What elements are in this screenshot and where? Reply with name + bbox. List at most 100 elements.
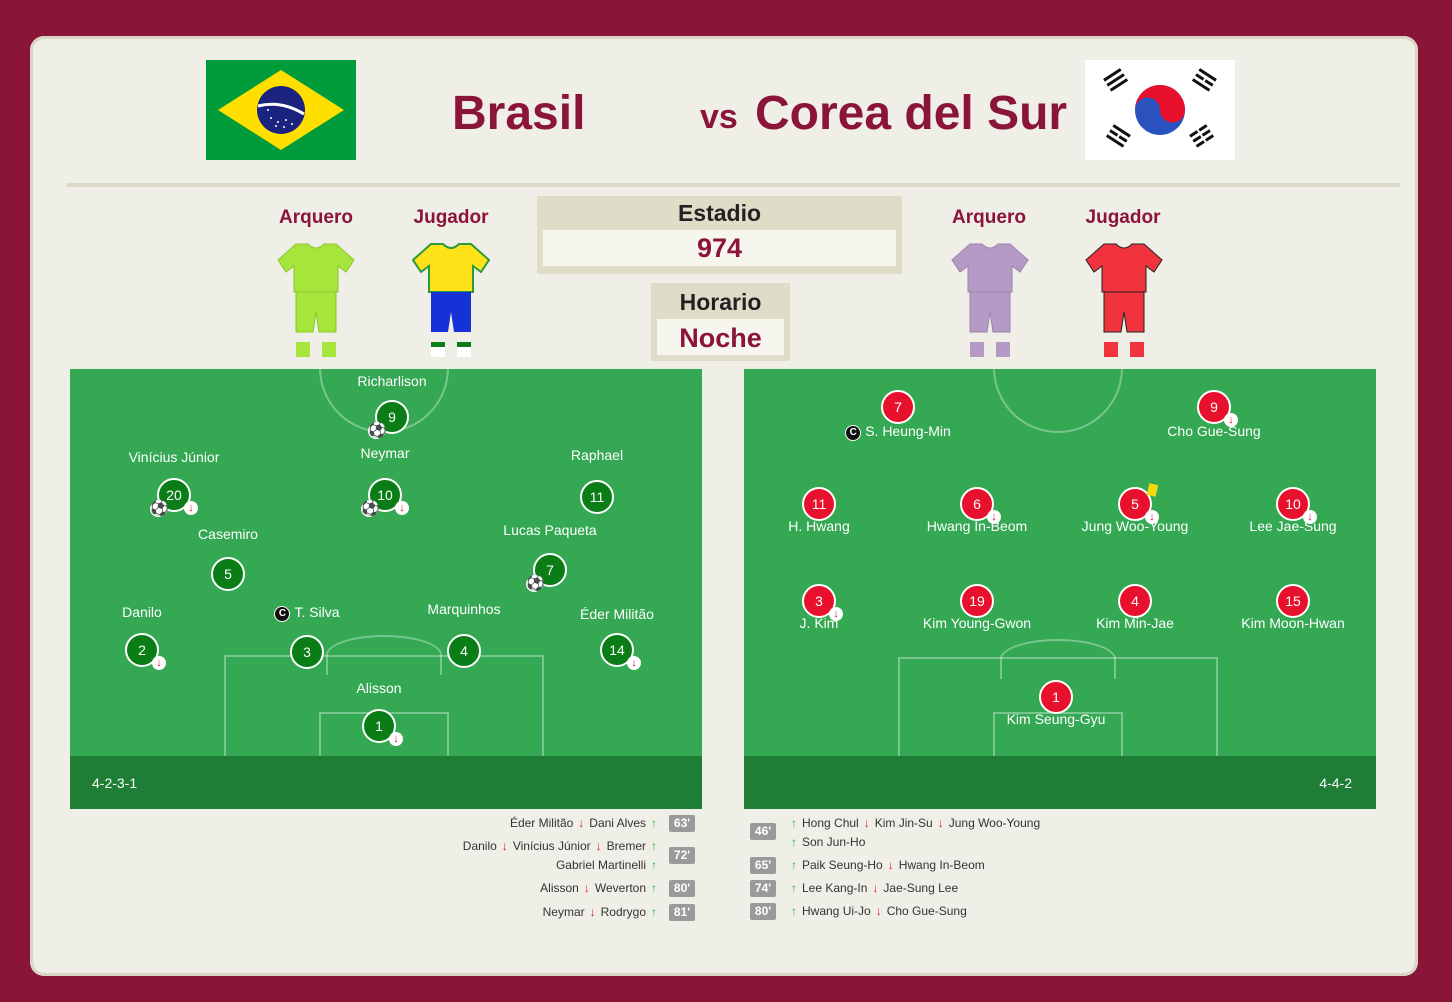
stadium-box: Estadio 974 xyxy=(537,196,902,274)
sub-in-player: Weverton xyxy=(594,881,646,895)
substitution-row: ↑ Son Jun-Ho xyxy=(786,835,865,849)
time-label: Horario xyxy=(679,289,762,315)
away-team-name: Corea del Sur xyxy=(755,87,1068,140)
time-box: Horario Noche xyxy=(651,283,790,361)
player-number: 11 xyxy=(580,480,614,514)
player-name-text: Marquinhos xyxy=(427,601,501,617)
yellow-card-icon xyxy=(1146,483,1159,497)
player-name-text: Richarlison xyxy=(357,373,427,389)
away-player-kit-icon xyxy=(1084,240,1164,365)
player-number: 3 xyxy=(290,635,324,669)
brazil-flag xyxy=(206,60,356,160)
stadium-label: Estadio xyxy=(677,200,762,226)
sub-out-icon: ↓ xyxy=(1145,510,1159,524)
substitution-row: Danilo ↓ Vinícius Júnior ↓ Bremer ↑ xyxy=(463,839,662,853)
sub-out-player: Cho Gue-Sung xyxy=(886,904,967,918)
player-name-text: Hwang In-Beom xyxy=(926,518,1028,534)
away-formation: 4-4-2 xyxy=(1319,775,1352,791)
player-name-text: Raphael xyxy=(570,447,624,463)
sub-in-player: Hwang Ui-Jo xyxy=(802,904,871,918)
player-name-text: S. Heung-Min xyxy=(865,423,951,439)
home-team-name: Brasil xyxy=(452,87,586,140)
substitution-row: Neymar ↓ Rodrygo ↑ xyxy=(543,905,662,919)
player-name: C S. Heung-Min xyxy=(798,423,998,441)
player-name: Richarlison xyxy=(292,373,492,389)
minute-badge: 46' xyxy=(750,823,776,840)
player-name-text: Alisson xyxy=(356,680,402,696)
arrow-up-icon: ↑ xyxy=(791,881,797,895)
time-value: Noche xyxy=(657,319,784,355)
sub-out-player: Hwang In-Beom xyxy=(898,858,985,872)
goal-ball-icon: ⚽ xyxy=(526,575,545,592)
away-gk-label: Arquero xyxy=(952,207,1026,228)
home-player-label: Jugador xyxy=(413,207,489,228)
player-name-text: Danilo xyxy=(122,604,162,620)
away-gk-kit-icon xyxy=(950,240,1030,365)
goal-ball-icon: ⚽ xyxy=(150,500,169,517)
player-number: 7 xyxy=(881,390,915,424)
home-formation: 4-2-3-1 xyxy=(92,775,138,791)
arrow-up-icon: ↑ xyxy=(791,816,797,830)
penalty-arc xyxy=(1000,639,1116,679)
arrow-up-icon: ↑ xyxy=(791,858,797,872)
substitution-row: Éder Militão ↓ Dani Alves ↑ xyxy=(510,816,662,830)
goal-ball-icon: ⚽ xyxy=(361,500,380,517)
substitution-row: ↑ Lee Kang-In ↓ Jae-Sung Lee xyxy=(786,881,958,895)
substitution-row: ↑ Hwang Ui-Jo ↓ Cho Gue-Sung xyxy=(786,904,967,918)
sub-out-icon: ↓ xyxy=(184,501,198,515)
player-name: Alisson xyxy=(279,680,479,696)
player-name: Kim Seung-Gyu xyxy=(956,711,1156,727)
minute-badge: 65' xyxy=(750,857,776,874)
sub-in-player: Lee Kang-In xyxy=(802,881,868,895)
player-number: 4 xyxy=(1118,584,1152,618)
sub-out-player: Jung Woo-Young xyxy=(948,816,1041,830)
arrow-down-icon: ↓ xyxy=(937,816,944,830)
goal-ball-icon: ⚽ xyxy=(368,422,387,439)
sub-out-icon: ↓ xyxy=(829,607,843,621)
player-number: 4 xyxy=(447,634,481,668)
formation-band xyxy=(70,756,702,809)
sub-in-player: Rodrygo xyxy=(600,905,646,919)
center-circle xyxy=(993,369,1123,433)
sub-out-player: Kim Jin-Su xyxy=(874,816,933,830)
sub-out-player: Alisson xyxy=(540,881,579,895)
home-player-kit-icon xyxy=(411,240,491,365)
arrow-down-icon: ↓ xyxy=(863,816,870,830)
player-number: 15 xyxy=(1276,584,1310,618)
sub-out-player: Neymar xyxy=(542,905,585,919)
away-player-label: Jugador xyxy=(1085,207,1161,228)
captain-icon: C xyxy=(274,606,291,622)
player-name: Neymar xyxy=(285,445,485,461)
minute-badge: 74' xyxy=(750,880,776,897)
player-name-text: H. Hwang xyxy=(788,518,850,534)
player-name: Raphael xyxy=(497,447,697,463)
arrow-down-icon: ↓ xyxy=(595,839,602,853)
sub-in-player: Gabriel Martinelli xyxy=(555,858,646,872)
arrow-down-icon: ↓ xyxy=(583,881,590,895)
arrow-down-icon: ↓ xyxy=(875,904,882,918)
player-number: 5 xyxy=(211,557,245,591)
sub-out-icon: ↓ xyxy=(987,510,1001,524)
minute-badge: 63' xyxy=(669,815,695,832)
player-name-text: Kim Min-Jae xyxy=(1096,615,1174,631)
arrow-up-icon: ↑ xyxy=(651,858,657,872)
player-name-text: Casemiro xyxy=(198,526,258,542)
away-pitch: 4-4-2 7 C S. Heung-Min 9 Cho Gue-Sung ↓ 11 H. H… xyxy=(744,369,1376,809)
arrow-up-icon: ↑ xyxy=(651,905,657,919)
home-gk-kit-icon xyxy=(276,240,356,365)
sub-out-icon: ↓ xyxy=(389,732,403,746)
korea-flag xyxy=(1085,60,1235,160)
player-name-text: Éder Militão xyxy=(580,606,654,622)
arrow-up-icon: ↑ xyxy=(651,839,657,853)
sub-out-player: Danilo xyxy=(462,839,497,853)
formation-band xyxy=(744,756,1376,809)
minute-badge: 80' xyxy=(669,880,695,897)
arrow-down-icon: ↓ xyxy=(887,858,894,872)
sub-out-player: Éder Militão xyxy=(509,816,574,830)
player-name: Vinícius Júnior xyxy=(74,449,274,465)
sub-in-player: Dani Alves xyxy=(589,816,646,830)
player-name-text: T. Silva xyxy=(294,604,340,620)
player-name-text: Jung Woo-Young xyxy=(1081,518,1189,534)
substitution-row: Gabriel Martinelli ↑ xyxy=(556,858,662,872)
player-name: Lucas Paqueta xyxy=(450,522,650,538)
